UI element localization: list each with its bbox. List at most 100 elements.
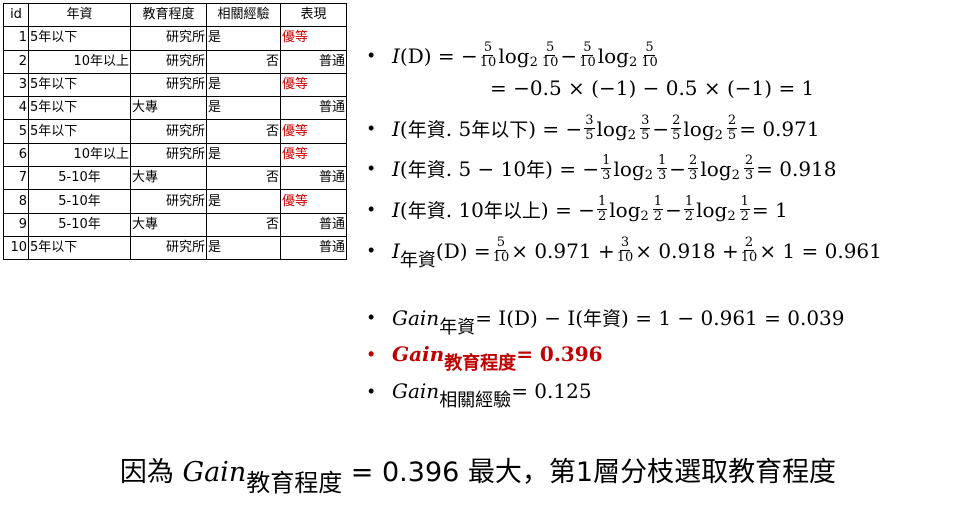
header-cell: 教育程度 xyxy=(130,2,207,28)
table-cell: 是 xyxy=(206,189,281,214)
table-cell: 研究所 xyxy=(130,26,207,51)
math-text: . 10 xyxy=(445,197,484,222)
math-text: log xyxy=(597,43,629,68)
fraction: 13 xyxy=(601,154,612,183)
data-table: id 年資 教育程度 相關經驗 表現 1 5年以下 研究所是優等 2 10年以上 研究所否普通 3 5… xyxy=(3,2,347,261)
table-cell: 5年以下 xyxy=(28,72,131,98)
table-cell: 5年以下 xyxy=(28,26,131,51)
header-cell: 表現 xyxy=(280,2,347,28)
formula-line: • Gain 年資 = I(D) − I(年資) = 1 − 0.961 = 0.0… xyxy=(368,304,845,338)
denominator: 2 xyxy=(597,209,607,224)
math-text: log xyxy=(609,197,641,222)
table-cell: 普通 xyxy=(280,212,347,237)
table-row: 5 5年以下 研究所否優等 xyxy=(3,119,347,144)
math-text: (D) = xyxy=(435,238,491,263)
table-cell: 10年以上 xyxy=(28,142,131,168)
bullet-icon: • xyxy=(368,199,375,219)
math-text: − xyxy=(560,43,578,68)
subscript: 2 xyxy=(731,168,740,183)
math-symbol: I xyxy=(392,43,400,68)
math-text: log xyxy=(498,43,530,68)
fraction: 2 10 xyxy=(741,236,758,265)
table-cell: 5 xyxy=(3,119,29,144)
math-text: log xyxy=(696,197,728,222)
table-row: 4 5年以下 大專是普通 xyxy=(3,96,347,121)
denominator: 10 xyxy=(740,250,758,265)
subscript: 2 xyxy=(644,168,653,183)
numerator: 5 xyxy=(495,235,507,251)
table-row: 1 5年以下 研究所是優等 xyxy=(3,26,347,51)
fraction: 25 xyxy=(671,114,682,143)
table-cell: 是 xyxy=(206,26,281,51)
table-row: 3 5年以下 研究所是優等 xyxy=(3,72,347,98)
fraction: 35 xyxy=(584,113,595,143)
numerator: 5 xyxy=(644,40,655,56)
subscript: 2 xyxy=(628,55,638,70)
fraction: 5 10 xyxy=(542,41,559,70)
subscript: 年資 xyxy=(399,249,436,271)
table-cell: 大專 xyxy=(130,212,207,237)
fraction: 12 xyxy=(739,195,750,224)
math-text: ) = − xyxy=(540,197,595,222)
math-symbol: I xyxy=(392,156,400,181)
formula-line: • Gain 教育程度 = 0.396 xyxy=(368,341,603,374)
math-symbol: I xyxy=(392,197,400,222)
numerator: 5 xyxy=(544,40,556,56)
table-cell: 研究所 xyxy=(130,49,207,74)
header-cell: 年資 xyxy=(28,2,131,28)
math-symbol: I xyxy=(392,238,400,263)
math-text: log xyxy=(613,156,645,181)
table-cell: 研究所 xyxy=(130,235,207,261)
conclusion: 因為 Gain教育程度 = 0.396 最大，第1層分枝選取教育程度 xyxy=(0,450,956,497)
numerator: 1 xyxy=(683,194,695,210)
table-cell: 5年以下 xyxy=(28,235,131,261)
denominator: 10 xyxy=(541,55,559,70)
numerator: 3 xyxy=(640,113,651,129)
table-cell: 普通 xyxy=(280,49,347,74)
numerator: 3 xyxy=(584,113,595,129)
bullet-icon: • xyxy=(368,380,375,401)
subscript: 2 xyxy=(529,55,538,70)
fraction: 5 10 xyxy=(641,41,658,70)
cjk-text: 年 xyxy=(526,159,546,181)
denominator: 2 xyxy=(653,209,663,224)
formula-line: • I(年資. 5 年以下) = −3 5 log 2 3 5 − 2 5 log 2 2 5 = 0.… xyxy=(368,113,820,144)
fraction: 23 xyxy=(688,154,699,183)
cjk-text: 年資 xyxy=(407,200,446,222)
denominator: 5 xyxy=(585,128,594,143)
table-row: 9 5-10年 大專否普通 xyxy=(3,212,347,237)
subscript: 相關經驗 xyxy=(439,390,512,411)
subscript: 2 xyxy=(714,128,723,143)
conclusion-gain: Gain xyxy=(182,457,247,488)
numerator: 5 xyxy=(582,40,593,56)
math-text: = 0.396 xyxy=(516,342,603,366)
numerator: 3 xyxy=(619,235,631,251)
table-cell: 研究所 xyxy=(130,119,207,144)
table-cell: 否 xyxy=(206,119,281,144)
fraction: 12 xyxy=(596,194,608,224)
bullet-icon: • xyxy=(368,343,375,364)
math-text: × 0.971 + xyxy=(511,238,615,263)
subscript: 年資 xyxy=(439,316,476,338)
table-cell: 否 xyxy=(206,166,281,191)
table-row: 2 10年以上 研究所否普通 xyxy=(3,49,347,74)
table-cell: 是 xyxy=(206,235,281,261)
table-cell: 大專 xyxy=(130,166,207,191)
table-cell: 是 xyxy=(206,96,281,121)
math-text: = 0.918 xyxy=(756,156,837,181)
denominator: 10 xyxy=(641,55,658,70)
numerator: 5 xyxy=(482,40,494,56)
denominator: 5 xyxy=(727,128,737,143)
table-header-row: id 年資 教育程度 相關經驗 表現 xyxy=(3,2,347,28)
subscript: 2 xyxy=(627,128,637,143)
numerator: 1 xyxy=(596,194,608,210)
header-cell: 相關經驗 xyxy=(206,2,281,28)
subscript: 教育程度 xyxy=(444,353,517,374)
table-cell: 8 xyxy=(3,189,29,214)
table-cell: 優等 xyxy=(280,72,347,98)
math-text: = I(D) − I( xyxy=(475,305,584,330)
math-text: − xyxy=(669,156,687,181)
fraction: 25 xyxy=(726,114,738,143)
slide: id 年資 教育程度 相關經驗 表現 1 5年以下 研究所是優等 2 10年以上 研究所否普通 3 5… xyxy=(0,0,956,508)
math-text: ) = − xyxy=(528,116,583,141)
